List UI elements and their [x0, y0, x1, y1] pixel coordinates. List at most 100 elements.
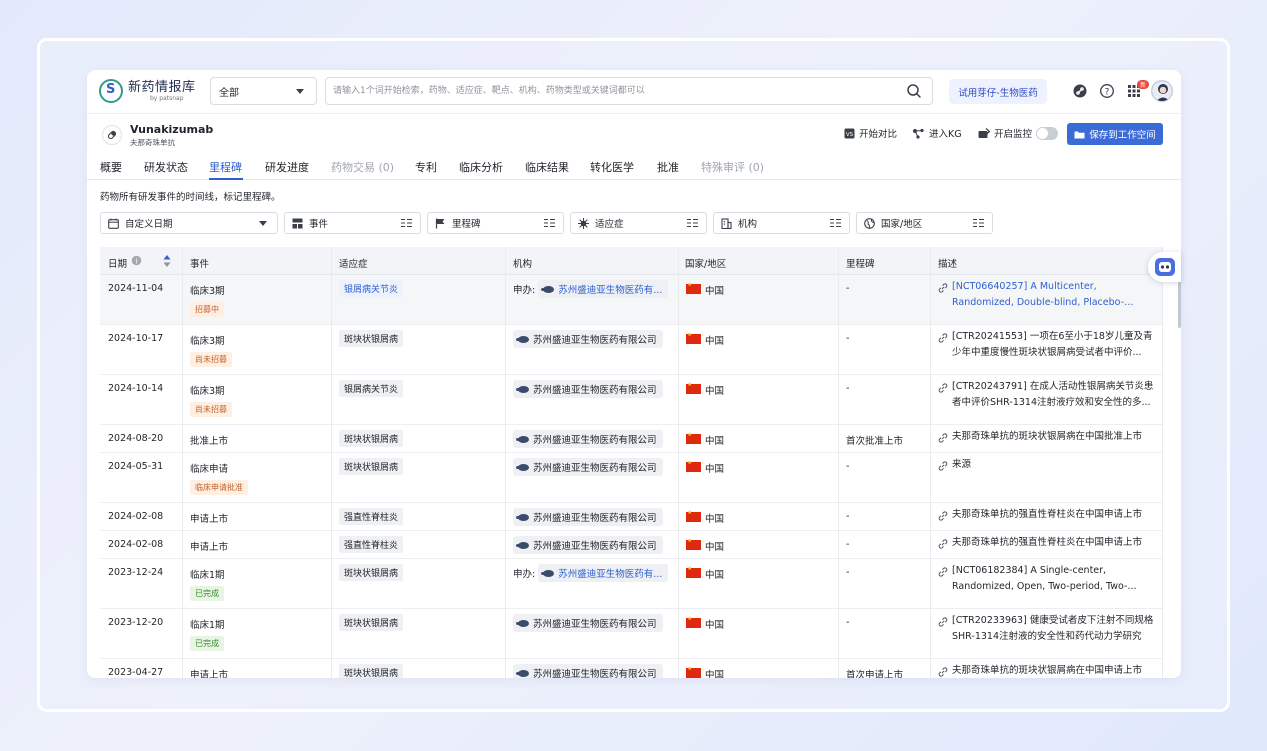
row-description-link[interactable]: [CTR20241553] 一项在6至小于18岁儿童及青少年中重度慢性斑块状银屑…	[938, 329, 1156, 361]
enter-kg-button[interactable]: 进入KG	[912, 126, 962, 140]
globe-icon	[864, 217, 875, 229]
row-indication-tag[interactable]: 银屑病关节炎	[339, 280, 404, 297]
row-indication-tag[interactable]: 斑块状银屑病	[339, 330, 404, 347]
drug-bar: Vunakizumab 夫那奇珠单抗 VS 开始对比 进入KG 开启监控 保存到…	[87, 113, 1181, 153]
tab-milestones[interactable]: 里程碑	[209, 159, 242, 175]
row-description: [CTR20233963] 健康受试者皮下注射不同规格SHR-1314注射液的安…	[952, 615, 1154, 642]
row-status-badge: 临床申请批准	[190, 480, 248, 495]
row-org-pill[interactable]: 苏州盛迪亚生物医药有限公司	[513, 508, 663, 526]
row-description-link[interactable]: [NCT06182384] A Single-center, Randomize…	[938, 563, 1156, 595]
tab-rd-progress[interactable]: 研发进度	[265, 159, 309, 175]
table-row[interactable]: 2023-04-27 申请上市 斑块状银屑病 苏州盛迪亚生物医药有限公司 中国 首次申请上…	[100, 659, 1163, 678]
table-row[interactable]: 2023-12-24 临床1期已完成 斑块状银屑病 申办: 苏州盛迪亚生物医药有... 中…	[100, 559, 1163, 609]
row-country: 中国	[705, 286, 725, 297]
row-org-pill[interactable]: 苏州盛迪亚生物医药有...	[538, 280, 669, 298]
date-filter[interactable]: 自定义日期	[100, 212, 278, 234]
tab-translational[interactable]: 转化医学	[590, 159, 634, 175]
row-indication-tag[interactable]: 斑块状银屑病	[339, 430, 404, 447]
gear-link-icon[interactable]	[1072, 83, 1088, 99]
save-to-workspace-button[interactable]: 保存到工作空间	[1067, 123, 1163, 145]
assistant-widget[interactable]	[1148, 252, 1181, 282]
row-indication-tag[interactable]: 强直性脊柱炎	[339, 508, 404, 525]
row-status-badge: 已完成	[190, 586, 224, 601]
table-row[interactable]: 2024-11-04 临床3期招募中 银屑病关节炎 申办: 苏州盛迪亚生物医药有... 中…	[100, 275, 1163, 325]
row-indication-tag[interactable]: 斑块状银屑病	[339, 458, 404, 475]
row-org-name: 苏州盛迪亚生物医药有限公司	[533, 541, 657, 552]
row-date: 2024-10-17	[108, 333, 164, 344]
row-milestone: 首次批准上市	[846, 436, 904, 447]
column-divider	[678, 247, 679, 678]
tab-clinical-results[interactable]: 临床结果	[525, 159, 569, 175]
link-icon	[938, 461, 948, 471]
compare-button[interactable]: VS 开始对比	[844, 126, 897, 140]
table-row[interactable]: 2024-10-14 临床3期尚未招募 银屑病关节炎 苏州盛迪亚生物医药有限公司 中国 -…	[100, 375, 1163, 425]
row-org-pill[interactable]: 苏州盛迪亚生物医药有...	[538, 564, 669, 582]
search-icon[interactable]	[904, 81, 924, 101]
row-org-prefix: 申办:	[513, 285, 536, 296]
indication-filter[interactable]: 适应症	[570, 212, 707, 234]
sort-icon[interactable]	[163, 254, 171, 268]
row-indication-tag[interactable]: 斑块状银屑病	[339, 564, 404, 581]
tab-patents[interactable]: 专利	[415, 159, 437, 175]
monitor-switch[interactable]	[1036, 126, 1059, 140]
table-row[interactable]: 2024-05-31 临床申请临床申请批准 斑块状银屑病 苏州盛迪亚生物医药有限公司 中…	[100, 453, 1163, 503]
info-icon[interactable]: i	[131, 255, 142, 266]
header-indication: 适应症	[339, 259, 368, 270]
tab-rd-status[interactable]: 研发状态	[144, 159, 188, 175]
row-org-pill[interactable]: 苏州盛迪亚生物医药有限公司	[513, 536, 663, 554]
row-indication-tag[interactable]: 斑块状银屑病	[339, 614, 404, 631]
tab-bar: 概要 研发状态 里程碑 研发进度 药物交易 (0) 专利 临床分析 临床结果 转…	[87, 154, 1181, 180]
avatar[interactable]	[1151, 80, 1173, 102]
country-filter-label: 国家/地区	[881, 219, 923, 230]
filter-list-icon	[687, 219, 698, 227]
monitor-toggle[interactable]: 开启监控	[978, 126, 1059, 140]
row-org-pill[interactable]: 苏州盛迪亚生物医药有限公司	[513, 664, 663, 678]
tab-overview[interactable]: 概要	[100, 159, 122, 175]
country-filter[interactable]: 国家/地区	[856, 212, 993, 234]
search-input[interactable]	[326, 78, 904, 104]
row-indication-tag[interactable]: 强直性脊柱炎	[339, 536, 404, 553]
logo-subtitle: by patsnap	[150, 94, 184, 102]
trial-button[interactable]: 试用芽仔-生物医药	[949, 79, 1047, 104]
row-indication-tag[interactable]: 斑块状银屑病	[339, 664, 404, 678]
help-icon[interactable]: ?	[1099, 83, 1115, 99]
svg-text:?: ?	[1105, 87, 1110, 97]
vertical-scrollbar[interactable]	[1178, 278, 1181, 328]
column-divider	[838, 247, 839, 678]
row-country: 中国	[705, 336, 725, 347]
header-date[interactable]: 日期	[108, 256, 127, 270]
row-description-link[interactable]: 夫那奇珠单抗的斑块状银屑病在中国申请上市	[938, 663, 1156, 678]
row-description-link[interactable]: 来源	[938, 457, 1156, 477]
tab-approvals[interactable]: 批准	[657, 159, 679, 175]
tab-deals[interactable]: 药物交易 (0)	[331, 159, 394, 175]
org-filter[interactable]: 机构	[713, 212, 850, 234]
row-org-pill[interactable]: 苏州盛迪亚生物医药有限公司	[513, 380, 663, 398]
logo[interactable]: 新药情报库 by patsnap	[99, 79, 196, 103]
china-flag-icon	[686, 381, 701, 394]
column-divider	[930, 247, 931, 678]
row-description-link[interactable]: [NCT06640257] A Multicenter, Randomized,…	[938, 279, 1156, 311]
table-row[interactable]: 2023-12-20 临床1期已完成 斑块状银屑病 苏州盛迪亚生物医药有限公司 中国 - […	[100, 609, 1163, 659]
row-description-link[interactable]: [CTR20243791] 在成人活动性银屑病关节炎患者中评价SHR-1314注…	[938, 379, 1156, 411]
row-org-pill[interactable]: 苏州盛迪亚生物医药有限公司	[513, 614, 663, 632]
row-country: 中国	[705, 386, 725, 397]
table-row[interactable]: 2024-02-08 申请上市 强直性脊柱炎 苏州盛迪亚生物医药有限公司 中国 - 夫那奇珠…	[100, 503, 1163, 531]
row-org-pill[interactable]: 苏州盛迪亚生物医药有限公司	[513, 330, 663, 348]
tab-special-review[interactable]: 特殊审评 (0)	[701, 159, 764, 175]
folder-icon	[1074, 131, 1085, 138]
row-description-link[interactable]: 夫那奇珠单抗的强直性脊柱炎在中国申请上市	[938, 535, 1156, 555]
row-description-link[interactable]: 夫那奇珠单抗的斑块状银屑病在中国批准上市	[938, 429, 1156, 449]
table-row[interactable]: 2024-02-08 申请上市 强直性脊柱炎 苏州盛迪亚生物医药有限公司 中国 - 夫那奇珠…	[100, 531, 1163, 559]
scope-select[interactable]: 全部	[210, 77, 317, 105]
column-divider	[505, 247, 506, 678]
event-filter[interactable]: 事件	[284, 212, 421, 234]
table-row[interactable]: 2024-08-20 批准上市 斑块状银屑病 苏州盛迪亚生物医药有限公司 中国 首次批准上…	[100, 425, 1163, 453]
milestone-filter[interactable]: 里程碑	[427, 212, 564, 234]
tab-clinical-analysis[interactable]: 临床分析	[459, 159, 503, 175]
table-row[interactable]: 2024-10-17 临床3期尚未招募 斑块状银屑病 苏州盛迪亚生物医药有限公司 中国 -…	[100, 325, 1163, 375]
row-indication-tag[interactable]: 银屑病关节炎	[339, 380, 404, 397]
row-org-pill[interactable]: 苏州盛迪亚生物医药有限公司	[513, 458, 663, 476]
row-description-link[interactable]: [CTR20233963] 健康受试者皮下注射不同规格SHR-1314注射液的安…	[938, 613, 1156, 645]
row-org-pill[interactable]: 苏州盛迪亚生物医药有限公司	[513, 430, 663, 448]
row-description-link[interactable]: 夫那奇珠单抗的强直性脊柱炎在中国申请上市	[938, 507, 1156, 527]
